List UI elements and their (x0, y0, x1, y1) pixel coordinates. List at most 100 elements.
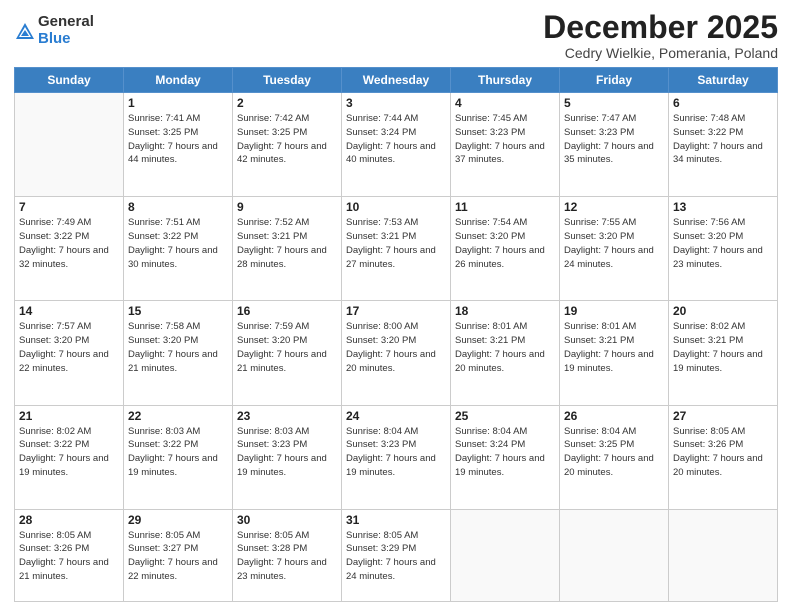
weekday-header-sunday: Sunday (15, 68, 124, 93)
day-info: Sunrise: 8:04 AMSunset: 3:25 PMDaylight:… (564, 425, 664, 480)
day-info: Sunrise: 8:03 AMSunset: 3:23 PMDaylight:… (237, 425, 337, 480)
day-number: 31 (346, 513, 446, 527)
day-info: Sunrise: 7:42 AMSunset: 3:25 PMDaylight:… (237, 112, 337, 167)
day-number: 19 (564, 304, 664, 318)
day-info: Sunrise: 7:51 AMSunset: 3:22 PMDaylight:… (128, 216, 228, 271)
day-info: Sunrise: 8:00 AMSunset: 3:20 PMDaylight:… (346, 320, 446, 375)
day-number: 1 (128, 96, 228, 110)
day-info: Sunrise: 7:45 AMSunset: 3:23 PMDaylight:… (455, 112, 555, 167)
day-number: 29 (128, 513, 228, 527)
day-info: Sunrise: 7:52 AMSunset: 3:21 PMDaylight:… (237, 216, 337, 271)
calendar-cell: 7Sunrise: 7:49 AMSunset: 3:22 PMDaylight… (15, 197, 124, 301)
day-number: 20 (673, 304, 773, 318)
day-info: Sunrise: 7:57 AMSunset: 3:20 PMDaylight:… (19, 320, 119, 375)
month-title: December 2025 (543, 10, 778, 45)
day-info: Sunrise: 7:47 AMSunset: 3:23 PMDaylight:… (564, 112, 664, 167)
calendar-cell: 25 Sunrise: 8:04 AMSunset: 3:24 PMDayligh… (451, 405, 560, 509)
day-info: Sunrise: 7:53 AMSunset: 3:21 PMDaylight:… (346, 216, 446, 271)
calendar-cell: 22Sunrise: 8:03 AMSunset: 3:22 PMDayligh… (124, 405, 233, 509)
header: General Blue December 2025 Cedry Wielkie… (14, 10, 778, 61)
logo-blue-text: Blue (38, 31, 94, 48)
calendar-cell (669, 509, 778, 601)
logo: General Blue (14, 14, 94, 47)
weekday-header-monday: Monday (124, 68, 233, 93)
day-info: Sunrise: 8:02 AMSunset: 3:22 PMDaylight:… (19, 425, 119, 480)
calendar-cell: 6 Sunrise: 7:48 AMSunset: 3:22 PMDaylight… (669, 93, 778, 197)
calendar-cell: 19 Sunrise: 8:01 AMSunset: 3:21 PMDayligh… (560, 301, 669, 405)
day-number: 3 (346, 96, 446, 110)
location-title: Cedry Wielkie, Pomerania, Poland (543, 45, 778, 61)
day-number: 8 (128, 200, 228, 214)
day-info: Sunrise: 8:03 AMSunset: 3:22 PMDaylight:… (128, 425, 228, 480)
day-number: 14 (19, 304, 119, 318)
day-info: Sunrise: 8:05 AMSunset: 3:28 PMDaylight:… (237, 529, 337, 584)
day-info: Sunrise: 8:02 AMSunset: 3:21 PMDaylight:… (673, 320, 773, 375)
calendar-cell: 3 Sunrise: 7:44 AMSunset: 3:24 PMDaylight… (342, 93, 451, 197)
day-info: Sunrise: 8:04 AMSunset: 3:24 PMDaylight:… (455, 425, 555, 480)
calendar-cell: 13Sunrise: 7:56 AMSunset: 3:20 PMDayligh… (669, 197, 778, 301)
calendar-cell: 15Sunrise: 7:58 AMSunset: 3:20 PMDayligh… (124, 301, 233, 405)
calendar-cell: 18Sunrise: 8:01 AMSunset: 3:21 PMDayligh… (451, 301, 560, 405)
day-number: 28 (19, 513, 119, 527)
day-number: 30 (237, 513, 337, 527)
day-info: Sunrise: 7:59 AMSunset: 3:20 PMDaylight:… (237, 320, 337, 375)
logo-icon (14, 21, 36, 43)
day-info: Sunrise: 8:05 AMSunset: 3:26 PMDaylight:… (19, 529, 119, 584)
day-number: 10 (346, 200, 446, 214)
weekday-header-row: SundayMondayTuesdayWednesdayThursdayFrid… (15, 68, 778, 93)
calendar-cell: 23 Sunrise: 8:03 AMSunset: 3:23 PMDayligh… (233, 405, 342, 509)
calendar-cell (560, 509, 669, 601)
day-info: Sunrise: 8:05 AMSunset: 3:29 PMDaylight:… (346, 529, 446, 584)
calendar-cell: 14 Sunrise: 7:57 AMSunset: 3:20 PMDayligh… (15, 301, 124, 405)
calendar-cell: 28 Sunrise: 8:05 AMSunset: 3:26 PMDayligh… (15, 509, 124, 601)
calendar-cell: 16 Sunrise: 7:59 AMSunset: 3:20 PMDayligh… (233, 301, 342, 405)
week-row-2: 7Sunrise: 7:49 AMSunset: 3:22 PMDaylight… (15, 197, 778, 301)
day-info: Sunrise: 7:54 AMSunset: 3:20 PMDaylight:… (455, 216, 555, 271)
day-number: 12 (564, 200, 664, 214)
day-info: Sunrise: 7:56 AMSunset: 3:20 PMDaylight:… (673, 216, 773, 271)
weekday-header-friday: Friday (560, 68, 669, 93)
week-row-4: 21 Sunrise: 8:02 AMSunset: 3:22 PMDayligh… (15, 405, 778, 509)
calendar-cell: 9Sunrise: 7:52 AMSunset: 3:21 PMDaylight… (233, 197, 342, 301)
weekday-header-wednesday: Wednesday (342, 68, 451, 93)
calendar-cell: 26Sunrise: 8:04 AMSunset: 3:25 PMDayligh… (560, 405, 669, 509)
calendar-cell: 31 Sunrise: 8:05 AMSunset: 3:29 PMDayligh… (342, 509, 451, 601)
weekday-header-thursday: Thursday (451, 68, 560, 93)
page: General Blue December 2025 Cedry Wielkie… (0, 0, 792, 612)
day-number: 6 (673, 96, 773, 110)
day-number: 21 (19, 409, 119, 423)
calendar-cell: 5 Sunrise: 7:47 AMSunset: 3:23 PMDaylight… (560, 93, 669, 197)
calendar-cell: 20 Sunrise: 8:02 AMSunset: 3:21 PMDayligh… (669, 301, 778, 405)
day-info: Sunrise: 7:55 AMSunset: 3:20 PMDaylight:… (564, 216, 664, 271)
day-info: Sunrise: 8:05 AMSunset: 3:26 PMDaylight:… (673, 425, 773, 480)
day-number: 5 (564, 96, 664, 110)
week-row-1: 1 Sunrise: 7:41 AMSunset: 3:25 PMDaylight… (15, 93, 778, 197)
calendar-cell (451, 509, 560, 601)
day-info: Sunrise: 7:49 AMSunset: 3:22 PMDaylight:… (19, 216, 119, 271)
calendar-cell: 2Sunrise: 7:42 AMSunset: 3:25 PMDaylight… (233, 93, 342, 197)
calendar-cell: 17Sunrise: 8:00 AMSunset: 3:20 PMDayligh… (342, 301, 451, 405)
day-info: Sunrise: 7:44 AMSunset: 3:24 PMDaylight:… (346, 112, 446, 167)
week-row-5: 28 Sunrise: 8:05 AMSunset: 3:26 PMDayligh… (15, 509, 778, 601)
day-number: 15 (128, 304, 228, 318)
day-number: 11 (455, 200, 555, 214)
day-info: Sunrise: 8:01 AMSunset: 3:21 PMDaylight:… (564, 320, 664, 375)
day-number: 23 (237, 409, 337, 423)
calendar-cell: 24Sunrise: 8:04 AMSunset: 3:23 PMDayligh… (342, 405, 451, 509)
calendar-cell: 29 Sunrise: 8:05 AMSunset: 3:27 PMDayligh… (124, 509, 233, 601)
calendar-cell: 12 Sunrise: 7:55 AMSunset: 3:20 PMDayligh… (560, 197, 669, 301)
day-number: 25 (455, 409, 555, 423)
calendar-cell: 21 Sunrise: 8:02 AMSunset: 3:22 PMDayligh… (15, 405, 124, 509)
calendar-cell: 27 Sunrise: 8:05 AMSunset: 3:26 PMDayligh… (669, 405, 778, 509)
day-info: Sunrise: 7:41 AMSunset: 3:25 PMDaylight:… (128, 112, 228, 167)
day-number: 27 (673, 409, 773, 423)
calendar-cell: 10 Sunrise: 7:53 AMSunset: 3:21 PMDayligh… (342, 197, 451, 301)
logo-text: General Blue (38, 14, 94, 47)
day-number: 16 (237, 304, 337, 318)
calendar-cell: 30 Sunrise: 8:05 AMSunset: 3:28 PMDayligh… (233, 509, 342, 601)
calendar-table: SundayMondayTuesdayWednesdayThursdayFrid… (14, 67, 778, 602)
day-info: Sunrise: 8:05 AMSunset: 3:27 PMDaylight:… (128, 529, 228, 584)
day-info: Sunrise: 8:01 AMSunset: 3:21 PMDaylight:… (455, 320, 555, 375)
day-info: Sunrise: 7:48 AMSunset: 3:22 PMDaylight:… (673, 112, 773, 167)
calendar-cell: 1 Sunrise: 7:41 AMSunset: 3:25 PMDaylight… (124, 93, 233, 197)
